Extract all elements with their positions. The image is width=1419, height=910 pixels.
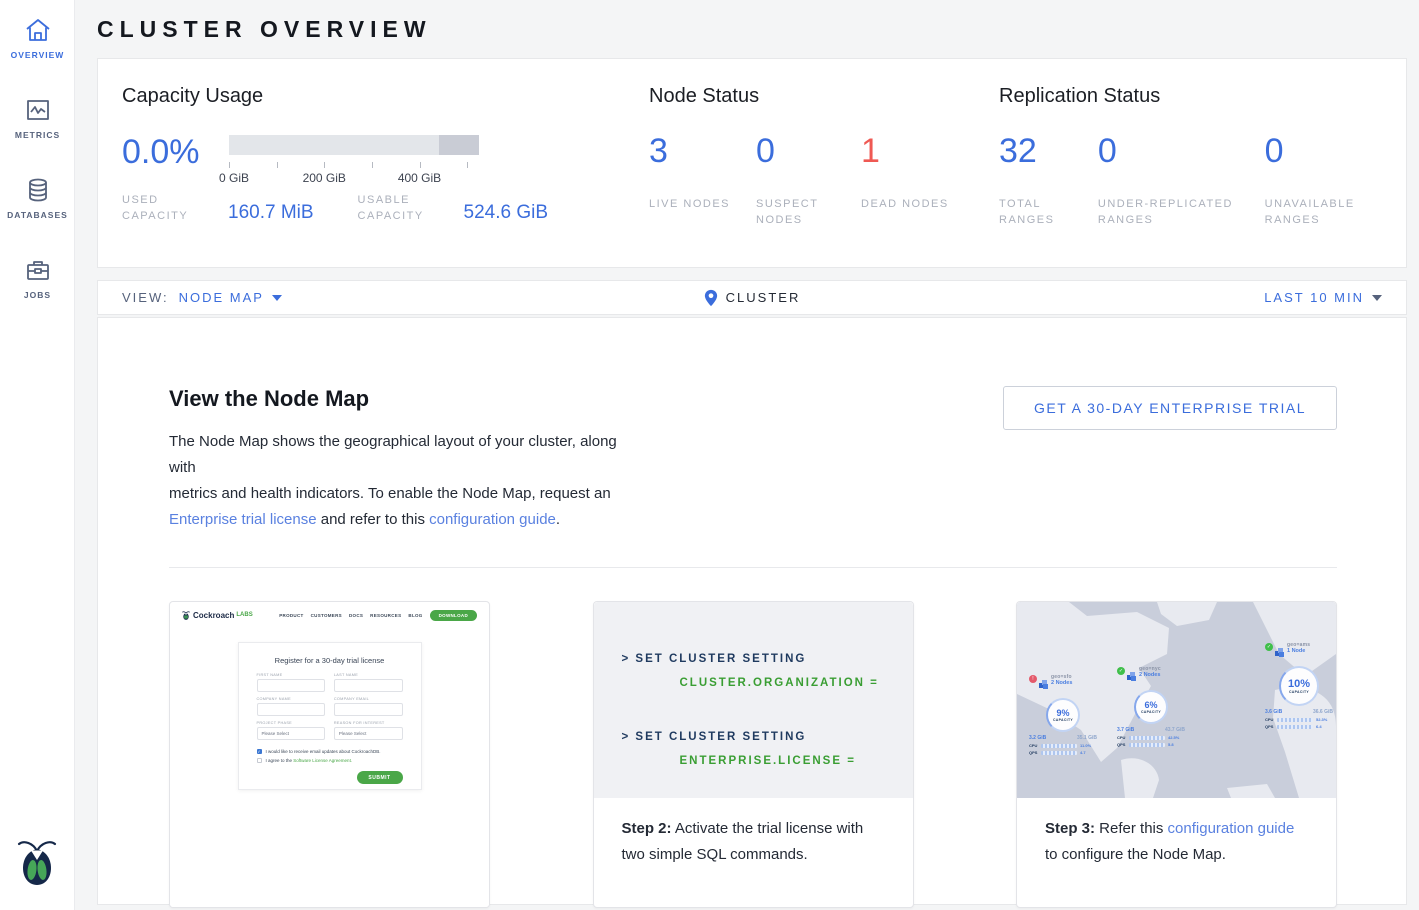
suspect-nodes-stat: 0 SUSPECT NODES (756, 132, 861, 228)
usable-capacity-label: USABLE CAPACITY (358, 192, 456, 224)
capacity-percent: 0.0% (122, 134, 229, 170)
step-2-caption: Step 2: Activate the trial license with … (594, 798, 913, 868)
sidebar-item-databases[interactable]: DATABASES (0, 160, 75, 240)
map-node-nyc: ✓ geo=nyc 2 Nodes 6% CAPACITY 3.7 GiB43.… (1117, 666, 1185, 747)
map-node-sfo: ! geo=sfo 2 Nodes 9% CAPACITY 3.2 GiB35.… (1029, 674, 1097, 755)
sidebar-item-label: DATABASES (0, 210, 75, 220)
node-map-title: View the Node Map (169, 386, 639, 412)
node-map-panel: View the Node Map The Node Map shows the… (97, 317, 1407, 905)
step-2-card: > SET CLUSTER SETTING CLUSTER.ORGANIZATI… (593, 601, 914, 908)
node-cube-icon (1127, 668, 1136, 686)
enterprise-trial-license-link[interactable]: Enterprise trial license (169, 511, 317, 528)
trial-registration-screenshot: Cockroach LABS PRODUCT CUSTOMERS DOCS RE… (170, 602, 489, 907)
mini-checkbox-empty (257, 758, 262, 763)
location-pin-icon (704, 289, 718, 307)
live-nodes-stat: 3 LIVE NODES (649, 132, 756, 228)
sql-commands-preview: > SET CLUSTER SETTING CLUSTER.ORGANIZATI… (594, 602, 913, 798)
total-ranges-stat: 32 TOTAL RANGES (999, 132, 1098, 228)
replication-status-title: Replication Status (999, 85, 1406, 108)
databases-icon (0, 176, 75, 204)
node-map-preview: ! geo=sfo 2 Nodes 9% CAPACITY 3.2 GiB35.… (1017, 602, 1336, 798)
step-1-card: Cockroach LABS PRODUCT CUSTOMERS DOCS RE… (169, 601, 490, 908)
view-selector-dropdown[interactable]: NODE MAP (179, 290, 282, 305)
divider (169, 567, 1337, 568)
mini-nav-blog: BLOG (408, 613, 422, 618)
usable-capacity-value: 524.6 GiB (464, 202, 549, 224)
cockroachdb-logo (0, 837, 74, 910)
sidebar-item-label: METRICS (0, 130, 75, 140)
cluster-summary-panel: Capacity Usage 0.0% 0 GiB 200 GiB 400 Gi… (97, 58, 1407, 268)
node-cube-icon (1275, 644, 1284, 662)
view-bar: VIEW: NODE MAP CLUSTER LAST 10 MIN (97, 280, 1407, 315)
node-status-section: Node Status 3 LIVE NODES 0 SUSPECT NODES… (649, 59, 999, 267)
step-3-caption: Step 3: Refer this configuration guide t… (1017, 798, 1336, 868)
sidebar-item-overview[interactable]: OVERVIEW (0, 0, 75, 80)
capacity-bar: 0 GiB 200 GiB 400 GiB (229, 135, 479, 170)
configuration-guide-link-2[interactable]: configuration guide (1168, 820, 1295, 837)
sidebar-item-label: JOBS (0, 290, 75, 300)
jobs-icon (0, 256, 75, 284)
node-map-description: The Node Map shows the geographical layo… (169, 429, 639, 533)
configuration-guide-link[interactable]: configuration guide (429, 511, 556, 528)
node-warning-badge: ! (1029, 675, 1037, 683)
mini-nav-customers: CUSTOMERS (311, 613, 342, 618)
map-node-ams: ✓ geo=ams 1 Node 10% CAPACITY 3.6 GiB36.… (1265, 642, 1333, 729)
mini-nav-docs: DOCS (349, 613, 363, 618)
mini-checkbox-checked: ✓ (257, 749, 262, 754)
node-status-title: Node Status (649, 85, 999, 108)
sidebar-item-label: OVERVIEW (0, 50, 75, 60)
step-1-caption: Step 1: Get a trial license delivered st… (170, 907, 489, 908)
sidebar: OVERVIEW METRICS DATABASES JOBS (0, 0, 75, 910)
axis-tick-0: 0 GiB (219, 171, 249, 185)
node-healthy-badge: ✓ (1117, 667, 1125, 675)
cluster-breadcrumb: CLUSTER (704, 289, 801, 307)
time-range-dropdown[interactable]: LAST 10 MIN (800, 290, 1382, 305)
replication-status-section: Replication Status 32 TOTAL RANGES 0 UND… (999, 59, 1406, 267)
dead-nodes-stat: 1 DEAD NODES (861, 132, 949, 228)
chevron-down-icon (272, 295, 282, 301)
used-capacity-value: 160.7 MiB (228, 202, 314, 224)
node-cube-icon (1039, 676, 1048, 694)
view-label: VIEW: (122, 290, 169, 305)
capacity-usage-section: Capacity Usage 0.0% 0 GiB 200 GiB 400 Gi… (98, 59, 649, 267)
mini-nav-resources: RESOURCES (370, 613, 401, 618)
step-3-card: ! geo=sfo 2 Nodes 9% CAPACITY 3.2 GiB35.… (1016, 601, 1337, 908)
chevron-down-icon (1372, 295, 1382, 301)
axis-tick-200: 200 GiB (303, 171, 346, 185)
node-healthy-badge: ✓ (1265, 643, 1273, 651)
used-capacity-label: USED CAPACITY (122, 192, 220, 224)
capacity-usage-title: Capacity Usage (122, 85, 649, 108)
enterprise-trial-button[interactable]: GET A 30-DAY ENTERPRISE TRIAL (1003, 386, 1337, 430)
mini-download-button: DOWNLOAD (430, 610, 477, 621)
cockroach-labs-logo: Cockroach LABS (182, 610, 253, 621)
axis-tick-400: 400 GiB (398, 171, 441, 185)
sidebar-item-metrics[interactable]: METRICS (0, 80, 75, 160)
metrics-icon (0, 96, 75, 124)
mini-registration-form: Register for a 30-day trial license FIRS… (238, 642, 422, 790)
home-icon (0, 16, 75, 44)
mini-submit-button: SUBMIT (357, 771, 403, 784)
mini-nav-product: PRODUCT (279, 613, 303, 618)
main-area: CLUSTER OVERVIEW Capacity Usage 0.0% 0 G… (75, 0, 1419, 910)
under-replicated-ranges-stat: 0 UNDER-REPLICATED RANGES (1098, 132, 1265, 228)
unavailable-ranges-stat: 0 UNAVAILABLE RANGES (1265, 132, 1406, 228)
page-title: CLUSTER OVERVIEW (97, 16, 1407, 43)
capacity-bar-used-segment (439, 135, 479, 155)
sidebar-item-jobs[interactable]: JOBS (0, 240, 75, 320)
